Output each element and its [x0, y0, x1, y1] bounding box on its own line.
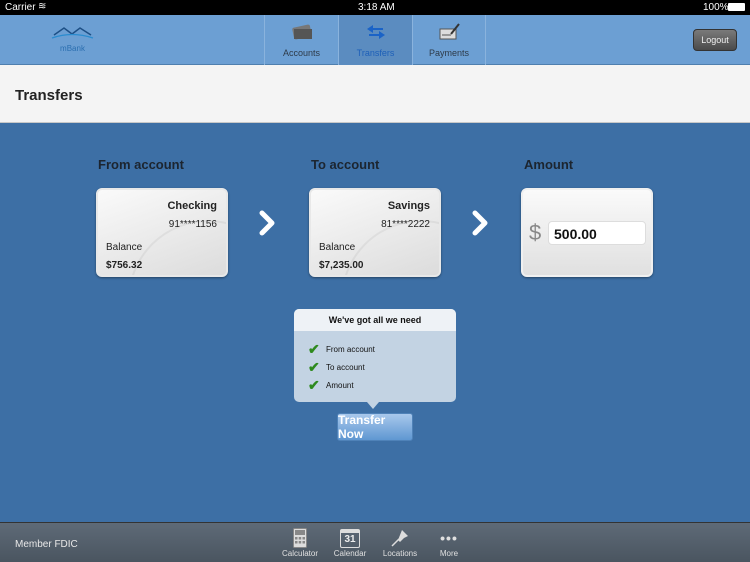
tab-payments[interactable]: Payments: [412, 15, 486, 65]
calendar-button[interactable]: 31 Calendar: [328, 527, 372, 558]
calculator-button[interactable]: Calculator: [278, 527, 322, 558]
mbank-logo: mBank: [50, 25, 95, 55]
battery-label: 100%: [703, 2, 729, 13]
checklist-popover: We've got all we need ✔ From account ✔ To …: [294, 309, 456, 409]
credit-card-icon: [292, 24, 312, 40]
locations-button[interactable]: Locations: [378, 527, 422, 558]
calculator-icon: [293, 528, 307, 548]
balance-value: $756.32: [106, 260, 143, 271]
account-name: Checking: [167, 200, 217, 212]
to-account-heading: To account: [311, 157, 380, 172]
currency-symbol: $: [529, 220, 542, 245]
balance-label: Balance: [106, 242, 143, 253]
amount-heading: Amount: [524, 157, 574, 172]
tab-accounts[interactable]: Accounts: [264, 15, 338, 65]
to-account-card[interactable]: Savings 81****2222 Balance $7,235.00: [309, 188, 441, 277]
tab-transfers[interactable]: Transfers: [338, 15, 412, 65]
check-pen-icon: [439, 23, 460, 40]
member-fdic-label: Member FDIC: [15, 539, 78, 550]
chevron-right-icon: [472, 210, 488, 236]
checkmark-icon: ✔: [308, 341, 320, 357]
checklist-item: ✔ From account: [308, 341, 375, 357]
carrier-label: Carrier: [5, 2, 36, 13]
checklist-item: ✔ To account: [308, 359, 365, 375]
from-account-card[interactable]: Checking 91****1156 Balance $756.32: [96, 188, 228, 277]
amount-card: $ 500.00: [521, 188, 653, 277]
transfer-arrows-icon: [367, 25, 385, 39]
top-nav: mBank Accounts Transfers Payments: [0, 15, 750, 65]
wifi-icon: ≋: [38, 1, 47, 12]
checklist-item: ✔ Amount: [308, 377, 354, 393]
transfer-now-button[interactable]: Transfer Now: [337, 413, 413, 441]
checkmark-icon: ✔: [308, 359, 320, 375]
logout-button[interactable]: Logout: [693, 29, 737, 51]
calendar-icon: 31: [340, 528, 360, 548]
amount-input[interactable]: 500.00: [548, 221, 646, 245]
clock: 3:18 AM: [358, 2, 395, 13]
account-number: 91****1156: [168, 219, 217, 230]
balance-label: Balance: [319, 242, 356, 253]
status-bar: Carrier ≋ 3:18 AM 100%: [0, 0, 750, 15]
account-name: Savings: [387, 200, 430, 212]
from-account-heading: From account: [98, 157, 184, 172]
title-bar: Transfers: [0, 65, 750, 123]
battery-icon: [728, 3, 745, 11]
account-number: 81****2222: [381, 219, 430, 230]
pushpin-icon: [391, 530, 408, 547]
page-title: Transfers: [15, 87, 83, 104]
bottom-toolbar: Member FDIC Calculator 31 Calendar Locat…: [0, 522, 750, 562]
more-button[interactable]: ••• More: [427, 527, 471, 558]
more-dots-icon: •••: [440, 530, 458, 546]
chevron-right-icon: [259, 210, 275, 236]
balance-value: $7,235.00: [319, 260, 364, 271]
checklist-title: We've got all we need: [294, 309, 456, 331]
checkmark-icon: ✔: [308, 377, 320, 393]
